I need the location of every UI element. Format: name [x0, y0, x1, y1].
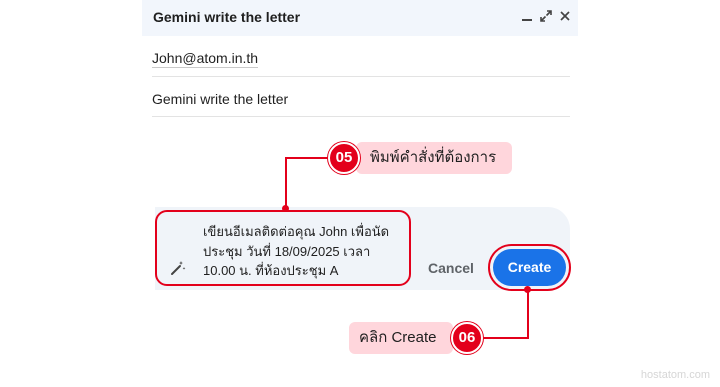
- compose-title: Gemini write the letter: [153, 9, 301, 25]
- magic-pencil-icon: [169, 259, 187, 277]
- step5-text: พิมพ์คำสั่งที่ต้องการ: [370, 149, 497, 166]
- step5-callout: พิมพ์คำสั่งที่ต้องการ: [356, 142, 512, 174]
- subject-value[interactable]: Gemini write the letter: [152, 91, 288, 107]
- step6-callout: คลิก Create: [349, 322, 453, 354]
- cancel-button[interactable]: Cancel: [426, 257, 476, 279]
- step6-connector: [480, 337, 529, 339]
- recipient-chip[interactable]: John@atom.in.th: [152, 50, 259, 68]
- subject-field[interactable]: Gemini write the letter: [152, 86, 570, 117]
- compose-header: Gemini write the letter: [142, 0, 578, 36]
- watermark: hostatom.com: [640, 369, 710, 381]
- prompt-text[interactable]: เขียนอีเมลติดต่อคุณ John เพื่อนัด ประชุม…: [203, 222, 403, 281]
- step6-anchor-dot: [524, 286, 531, 293]
- step5-anchor-dot: [282, 205, 289, 212]
- to-field[interactable]: John@atom.in.th: [152, 46, 570, 77]
- create-button[interactable]: Create: [493, 249, 566, 286]
- step6-badge: 06: [451, 322, 483, 354]
- step5-connector: [286, 157, 330, 159]
- close-icon[interactable]: [558, 9, 572, 23]
- prompt-line: ประชุม วันที่ 18/09/2025 เวลา: [203, 243, 371, 259]
- step6-text: คลิก Create: [359, 329, 437, 346]
- expand-icon[interactable]: [539, 9, 553, 23]
- gemini-prompt-input[interactable]: เขียนอีเมลติดต่อคุณ John เพื่อนัด ประชุม…: [155, 210, 411, 286]
- step5-badge: 05: [328, 142, 360, 174]
- step5-connector: [285, 157, 287, 209]
- step6-connector: [527, 290, 529, 339]
- minimize-icon[interactable]: [520, 9, 534, 23]
- prompt-line: เขียนอีเมลติดต่อคุณ John เพื่อนัด: [203, 224, 390, 239]
- prompt-line: 10.00 น. ที่ห้องประชุม A: [203, 263, 339, 278]
